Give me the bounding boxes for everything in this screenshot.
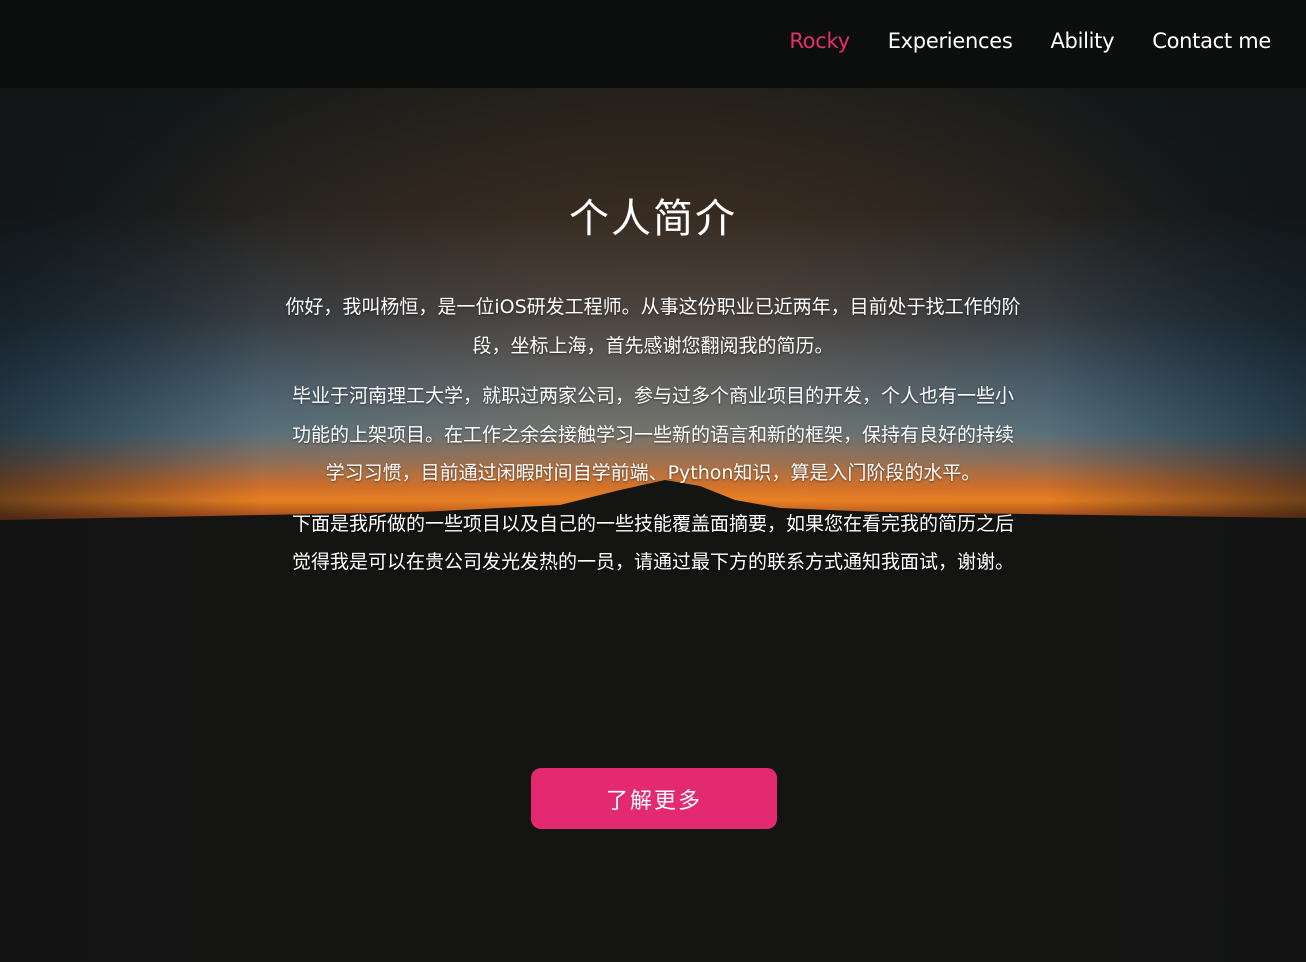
nav-link-ability[interactable]: Ability	[1050, 29, 1114, 53]
intro-paragraph-1: 你好，我叫杨恒，是一位iOS研发工程师。从事这份职业已近两年，目前处于找工作的阶…	[285, 296, 1021, 357]
top-navbar: Rocky Experiences Ability Contact me	[0, 0, 1306, 88]
learn-more-button[interactable]: 了解更多	[531, 768, 777, 829]
intro-title: 个人简介	[569, 196, 737, 242]
nav-link-experiences[interactable]: Experiences	[888, 29, 1013, 53]
nav-item-ability: Ability	[1050, 29, 1114, 53]
nav-item-experiences: Experiences	[888, 29, 1013, 53]
nav-item-contact: Contact me	[1152, 29, 1271, 53]
nav-item-rocky: Rocky	[789, 29, 850, 53]
intro-section: 个人简介 你好，我叫杨恒，是一位iOS研发工程师。从事这份职业已近两年，目前处于…	[0, 88, 1306, 594]
intro-paragraph-3: 下面是我所做的一些项目以及自己的一些技能覆盖面摘要，如果您在看完我的简历之后觉得…	[291, 512, 1014, 574]
intro-paragraphs: 你好，我叫杨恒，是一位iOS研发工程师。从事这份职业已近两年，目前处于找工作的阶…	[283, 288, 1023, 582]
nav-link-rocky[interactable]: Rocky	[789, 29, 850, 53]
nav-menu: Rocky Experiences Ability Contact me	[789, 29, 1271, 53]
nav-link-contact[interactable]: Contact me	[1152, 29, 1271, 53]
page: Rocky Experiences Ability Contact me 个人简…	[0, 0, 1306, 962]
intro-paragraph-2: 毕业于河南理工大学，就职过两家公司，参与过多个商业项目的开发，个人也有一些小功能…	[291, 385, 1014, 484]
